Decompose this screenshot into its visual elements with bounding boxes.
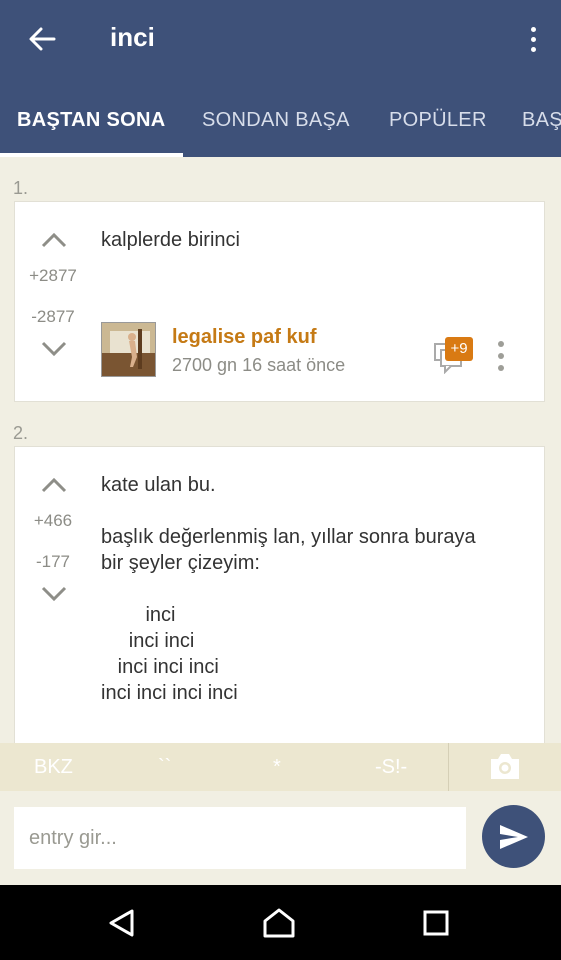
downvote-count: -2877 [31, 307, 75, 326]
chevron-down-icon [41, 586, 67, 602]
entry-timestamp: 2700 gn 16 saat önce [172, 355, 346, 375]
entry-more-button[interactable] [497, 341, 505, 371]
upvote-count: +466 [33, 511, 73, 530]
avatar[interactable] [101, 322, 156, 377]
chevron-down-icon [41, 341, 67, 357]
more-dot [530, 36, 536, 42]
nav-back-button[interactable] [102, 903, 142, 943]
spoiler-button[interactable]: -S!- [375, 756, 407, 779]
send-icon [499, 824, 528, 849]
entry-card: +2877 -2877 kalplerde birinci legalise p… [14, 201, 545, 402]
more-vertical-icon [498, 341, 504, 347]
upvote-button[interactable] [41, 232, 67, 248]
entry-number: 1. [13, 178, 29, 198]
tab-populer[interactable]: POPÜLER [389, 109, 487, 132]
bkz-button[interactable]: BKZ [34, 756, 73, 779]
entry-number: 2. [13, 423, 29, 443]
more-dot [498, 365, 504, 371]
entry-text: kate ulan bu. başlık değerlenmiş lan, yı… [101, 474, 476, 704]
toolbar-divider [448, 743, 449, 791]
nav-back-icon [109, 909, 134, 937]
asterisk-button[interactable]: * [273, 756, 281, 779]
nav-recents-button[interactable] [416, 903, 456, 943]
entry-list[interactable]: 1. +2877 -2877 kalplerde birinci legalis… [0, 157, 561, 743]
nav-recents-icon [423, 910, 449, 936]
chevron-up-icon [41, 232, 67, 248]
downvote-count: -177 [35, 552, 71, 571]
arrow-left-icon [29, 27, 56, 51]
downvote-button[interactable] [41, 586, 67, 602]
nav-home-icon [263, 908, 295, 938]
more-dot [530, 46, 536, 52]
favorites-count-badge: +9 [445, 337, 473, 361]
chevron-up-icon [41, 477, 67, 493]
format-toolbar: BKZ `` * -S!- [0, 743, 561, 791]
overflow-menu-button[interactable] [523, 20, 543, 58]
avatar-image [102, 323, 155, 376]
tab-bas[interactable]: BAŞ [522, 109, 561, 132]
tab-bar: BAŞTAN SONA SONDAN BAŞA POPÜLER BAŞ [0, 98, 561, 157]
nav-home-button[interactable] [259, 903, 299, 943]
page-title: inci [110, 22, 155, 52]
more-vertical-icon [530, 26, 536, 32]
camera-icon [491, 754, 519, 779]
entry-input-bar [0, 791, 561, 885]
entry-input[interactable] [14, 807, 466, 869]
app-bar: inci BAŞTAN SONA SONDAN BAŞA POPÜLER BAŞ [0, 0, 561, 157]
downvote-button[interactable] [41, 341, 67, 357]
back-button[interactable] [22, 22, 62, 56]
camera-button[interactable] [488, 752, 522, 782]
entry-text: kalplerde birinci [101, 229, 240, 251]
backtick-button[interactable]: `` [158, 756, 171, 779]
author-name[interactable]: legalise paf kuf [172, 326, 317, 349]
more-dot [498, 353, 504, 359]
upvote-button[interactable] [41, 477, 67, 493]
system-nav-bar [0, 885, 561, 960]
tab-bastan-sona[interactable]: BAŞTAN SONA [17, 109, 166, 132]
tab-sondan-basa[interactable]: SONDAN BAŞA [202, 109, 350, 132]
entry-card: +466 -177 kate ulan bu. başlık değerlenm… [14, 446, 545, 743]
send-button[interactable] [482, 805, 545, 868]
upvote-count: +2877 [29, 266, 77, 285]
